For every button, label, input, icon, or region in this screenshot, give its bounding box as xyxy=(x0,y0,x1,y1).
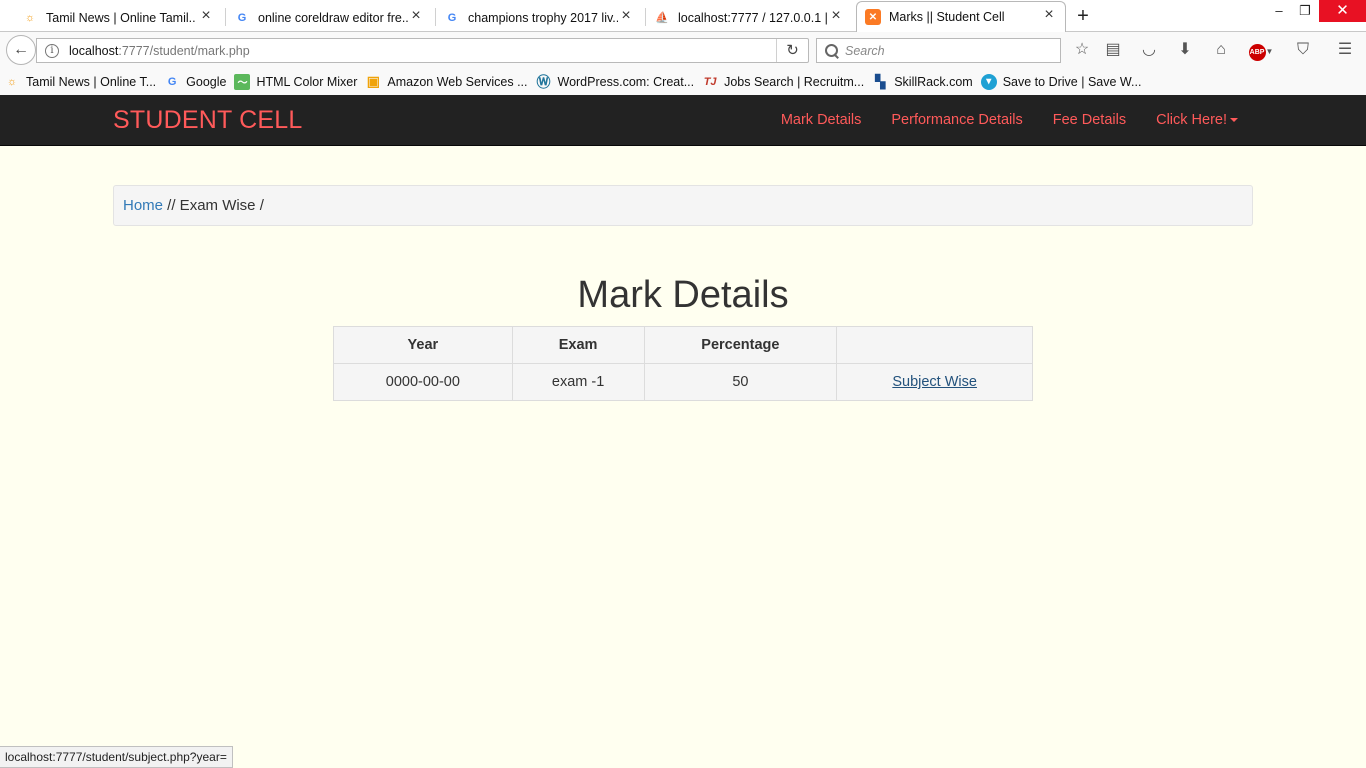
cell-year: 0000-00-00 xyxy=(333,363,513,401)
search-icon xyxy=(825,43,839,58)
tab-separator xyxy=(225,8,226,26)
box-icon: ▣ xyxy=(366,73,380,89)
tab-separator xyxy=(645,8,646,26)
nav-mark-details[interactable]: Mark Details xyxy=(781,112,862,128)
download-icon[interactable]: ⬇ xyxy=(1174,39,1196,61)
bookmark-label: Google xyxy=(186,74,227,89)
tab-phpmyadmin[interactable]: ⛵ localhost:7777 / 127.0.0.1 |... × xyxy=(654,3,852,32)
url-bar[interactable]: i localhost:7777/student/mark.php ↻ xyxy=(36,38,809,63)
maximize-button[interactable]: ❐ xyxy=(1288,0,1322,22)
bookmark-label: Save to Drive | Save W... xyxy=(1002,74,1142,89)
reading-list-icon[interactable]: ▤ xyxy=(1102,39,1124,61)
back-button[interactable]: ← xyxy=(6,35,36,65)
tab-title: Tamil News | Online Tamil... xyxy=(46,10,196,25)
chart-icon: 〜 xyxy=(234,73,251,90)
tab-champions-trophy[interactable]: G champions trophy 2017 liv... × xyxy=(444,3,642,32)
brand-logo[interactable]: STUDENT CELL xyxy=(113,106,303,135)
tab-title: Marks || Student Cell xyxy=(889,10,1005,24)
bookmark-amazon-web-services[interactable]: ▣ Amazon Web Services ... xyxy=(365,73,528,90)
adblock-icon[interactable]: ABP▼ xyxy=(1246,39,1276,61)
bookmarks-bar: ☼ Tamil News | Online T... G Google 〜 HTML … xyxy=(0,68,1366,95)
sun-icon: ☼ xyxy=(24,11,36,24)
nav-click-here-dropdown[interactable]: Click Here! xyxy=(1156,112,1238,128)
bookmark-label: WordPress.com: Creat... xyxy=(557,74,695,89)
browser-toolbar: i localhost:7777/student/mark.php ↻ ← Se… xyxy=(0,32,1366,68)
sun-icon: ☼ xyxy=(6,75,18,88)
close-window-button[interactable]: ✕ xyxy=(1319,0,1366,22)
close-tab-icon[interactable]: × xyxy=(198,8,214,24)
google-icon: G xyxy=(447,11,457,24)
search-input[interactable]: Search xyxy=(816,38,1061,63)
bookmark-star-icon[interactable]: ☆ xyxy=(1071,39,1093,61)
column-header-percentage: Percentage xyxy=(643,326,838,364)
reload-icon[interactable]: ↻ xyxy=(776,39,808,62)
cell-action: Subject Wise xyxy=(836,363,1033,401)
status-bar: localhost:7777/student/subject.php?year= xyxy=(0,746,233,768)
tab-tamil-news[interactable]: ☼ Tamil News | Online Tamil... × xyxy=(22,3,222,32)
home-icon[interactable]: ⌂ xyxy=(1210,39,1232,61)
bookmark-wordpress[interactable]: Ⓦ WordPress.com: Creat... xyxy=(536,74,695,90)
bookmark-label: SkillRack.com xyxy=(894,74,973,89)
tab-title: champions trophy 2017 liv... xyxy=(468,10,618,25)
bookmark-save-to-drive[interactable]: ▾ Save to Drive | Save W... xyxy=(980,73,1142,90)
page-title: Mark Details xyxy=(577,274,789,316)
phpmyadmin-icon: ⛵ xyxy=(655,12,669,24)
column-header-action xyxy=(836,326,1033,364)
table-row: 0000-00-00 exam -1 50 Subject Wise xyxy=(333,363,1033,401)
close-tab-icon[interactable]: × xyxy=(1041,7,1057,23)
cell-exam: exam -1 xyxy=(511,363,645,401)
google-icon: G xyxy=(237,11,247,24)
cell-percentage: 50 xyxy=(643,363,838,401)
tab-marks-student-cell[interactable]: ✕ Marks || Student Cell × xyxy=(856,1,1066,32)
info-icon[interactable]: i xyxy=(45,43,59,58)
skillrack-icon: ▚ xyxy=(875,73,886,89)
bookmark-label: Jobs Search | Recruitm... xyxy=(724,74,865,89)
new-tab-button[interactable]: + xyxy=(1072,5,1094,27)
bookmark-label: Amazon Web Services ... xyxy=(387,74,528,89)
bookmark-skillrack[interactable]: ▚ SkillRack.com xyxy=(872,74,973,90)
bookmark-jobs-search[interactable]: TJ Jobs Search | Recruitm... xyxy=(702,74,865,90)
url-host: localhost xyxy=(69,43,119,58)
close-tab-icon[interactable]: × xyxy=(828,8,844,24)
tab-coreldraw[interactable]: G online coreldraw editor fre... × xyxy=(234,3,432,32)
tab-title: online coreldraw editor fre... xyxy=(258,10,408,25)
caret-down-icon xyxy=(1230,118,1238,123)
url-path: :7777/student/mark.php xyxy=(118,43,250,58)
back-arrow-icon: ← xyxy=(13,41,29,58)
subject-wise-link[interactable]: Subject Wise xyxy=(892,374,977,390)
drive-icon: ▾ xyxy=(980,73,997,90)
breadcrumb-trail: // Exam Wise / xyxy=(163,197,264,214)
xampp-icon: ✕ xyxy=(865,9,881,25)
tab-separator xyxy=(435,8,436,26)
table-header-row: Year Exam Percentage xyxy=(333,326,1033,364)
close-tab-icon[interactable]: × xyxy=(618,8,634,24)
bookmark-tamil-news[interactable]: ☼ Tamil News | Online T... xyxy=(4,74,156,90)
column-header-exam: Exam xyxy=(511,326,645,364)
bookmark-label: Tamil News | Online T... xyxy=(26,74,157,89)
wordpress-icon: Ⓦ xyxy=(536,73,551,90)
tab-strip: ☼ Tamil News | Online Tamil... × G onlin… xyxy=(0,0,1366,32)
breadcrumb: Home // Exam Wise / xyxy=(113,185,1253,226)
tab-title: localhost:7777 / 127.0.0.1 |... xyxy=(678,10,828,25)
site-navbar: STUDENT CELL Mark Details Performance De… xyxy=(0,95,1366,146)
search-placeholder: Search xyxy=(845,43,885,58)
bookmark-label: HTML Color Mixer xyxy=(256,74,358,89)
shield-icon[interactable]: ⛉ xyxy=(1292,39,1314,61)
bookmark-google[interactable]: G Google xyxy=(164,74,227,90)
marks-table: Year Exam Percentage 0000-00-00 exam -1 … xyxy=(333,326,1033,401)
tj-icon: TJ xyxy=(703,75,717,88)
nav-performance-details[interactable]: Performance Details xyxy=(891,112,1022,128)
breadcrumb-home-link[interactable]: Home xyxy=(123,197,163,214)
google-icon: G xyxy=(167,75,177,88)
nav-links: Mark Details Performance Details Fee Det… xyxy=(751,95,1238,145)
nav-click-here-label: Click Here! xyxy=(1156,112,1227,128)
pocket-icon[interactable]: ◡ xyxy=(1138,39,1160,61)
nav-fee-details[interactable]: Fee Details xyxy=(1053,112,1126,128)
bookmark-html-color-mixer[interactable]: 〜 HTML Color Mixer xyxy=(234,73,358,90)
close-tab-icon[interactable]: × xyxy=(408,8,424,24)
menu-icon[interactable]: ☰ xyxy=(1334,39,1356,61)
column-header-year: Year xyxy=(333,326,513,364)
url-text[interactable]: localhost:7777/student/mark.php xyxy=(69,44,776,58)
